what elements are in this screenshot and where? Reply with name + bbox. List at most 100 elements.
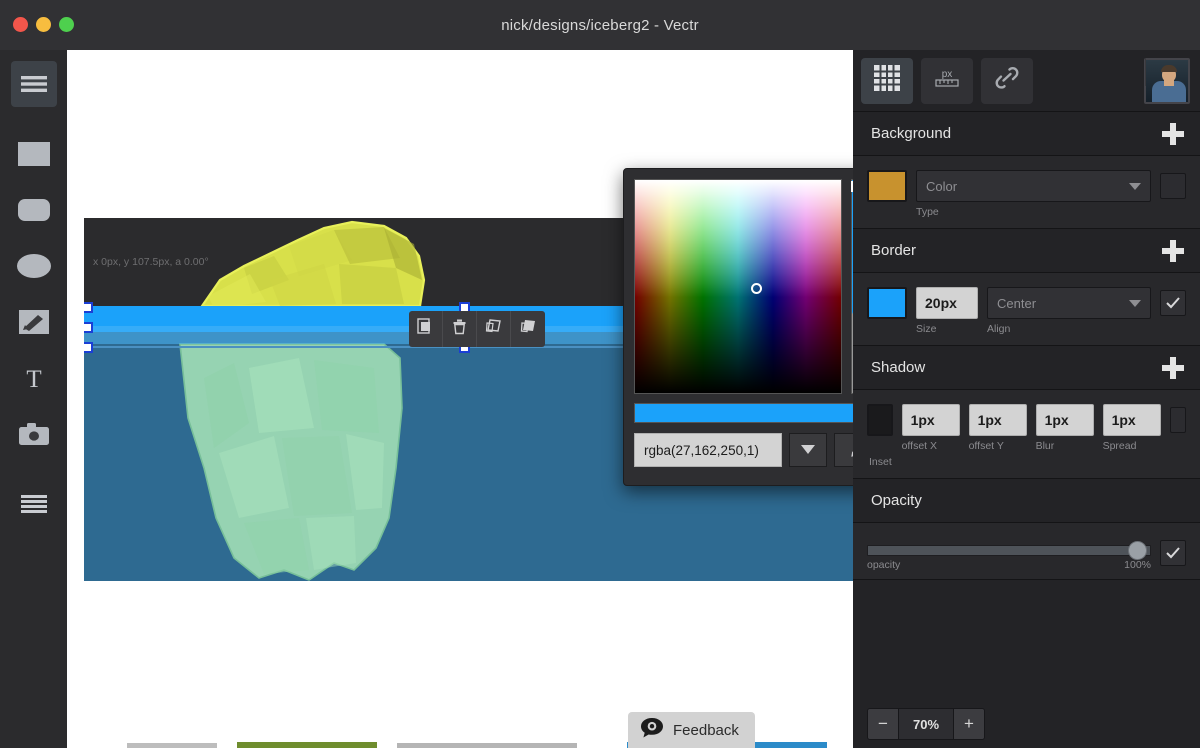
link-icon — [993, 65, 1021, 96]
hamburger-icon — [20, 75, 47, 93]
title-bar: nick/designs/iceberg2 - Vectr — [0, 0, 1200, 50]
sv-cursor[interactable] — [751, 283, 762, 294]
border-align-label: Align — [987, 323, 1011, 335]
shadow-spread-label: Spread — [1102, 440, 1137, 452]
border-align-select[interactable]: Center — [987, 287, 1151, 319]
tool-text[interactable]: T — [11, 355, 57, 401]
svg-text:px: px — [942, 69, 953, 80]
section-header-background: Background — [853, 58, 1200, 156]
tool-image[interactable] — [11, 411, 57, 457]
link-button[interactable] — [981, 57, 1033, 104]
duplicate-button[interactable] — [409, 311, 443, 347]
svg-text:T: T — [26, 366, 41, 391]
check-icon — [1166, 297, 1180, 309]
ruler-icon: px — [932, 65, 962, 96]
chevron-down-icon — [1129, 182, 1141, 190]
shadow-offset-y-input[interactable]: 1px — [968, 404, 1027, 436]
opacity-enabled-checkbox[interactable] — [1160, 540, 1186, 566]
units-button[interactable]: px — [921, 57, 973, 104]
feedback-bubble-icon — [640, 717, 664, 743]
tool-menu[interactable] — [10, 61, 57, 107]
rectangle-icon — [17, 142, 50, 166]
bring-forward-icon — [485, 318, 502, 340]
feedback-button[interactable]: Feedback — [628, 712, 755, 748]
background-type-label: Type — [916, 206, 939, 218]
panel-toolbar: px — [853, 50, 1200, 112]
shadow-spread-input[interactable]: 1px — [1102, 404, 1161, 436]
border-size-input[interactable]: 20px — [916, 287, 978, 319]
close-button[interactable] — [13, 17, 28, 32]
section-header-shadow: Shadow — [853, 58, 1200, 390]
section-header-opacity: Opacity — [853, 479, 1200, 523]
tool-rectangle[interactable] — [11, 131, 57, 177]
send-backward-button[interactable] — [511, 311, 545, 347]
grid-toggle-button[interactable] — [861, 57, 913, 104]
section-divider-shadow — [1145, 58, 1146, 86]
section-title-shadow: Shadow — [871, 359, 926, 376]
shadow-offset-y-label: offset Y — [968, 440, 1004, 452]
selection-handle-bottom-left[interactable] — [84, 342, 93, 353]
shadow-blur-label: Blur — [1035, 440, 1055, 452]
alpha-slider[interactable] — [634, 403, 885, 423]
shadow-blur-input[interactable]: 1px — [1035, 404, 1094, 436]
opacity-slider-thumb[interactable] — [1128, 541, 1147, 560]
layers-icon — [20, 495, 47, 513]
section-body-shadow: 1px offset X 1px offset Y 1px Blur 1px S… — [853, 390, 1200, 479]
color-value-input[interactable]: rgba(27,162,250,1) — [634, 433, 782, 467]
feedback-label: Feedback — [673, 721, 739, 739]
object-toolbar — [409, 311, 545, 347]
tool-ellipse[interactable] — [11, 243, 57, 289]
border-color-swatch[interactable] — [867, 287, 907, 319]
color-format-dropdown[interactable] — [789, 433, 827, 467]
shadow-color-swatch[interactable] — [867, 404, 893, 436]
opacity-slider-track — [867, 545, 1151, 556]
window-controls[interactable] — [13, 17, 74, 32]
add-border-button[interactable] — [1162, 239, 1184, 262]
bring-forward-button[interactable] — [477, 311, 511, 347]
shadow-offset-x-input[interactable]: 1px — [901, 404, 960, 436]
tool-layers[interactable] — [11, 481, 57, 527]
properties-panel: px Background Color Type Border 20px Siz… — [853, 50, 1200, 748]
check-icon — [1166, 547, 1180, 559]
chevron-down-icon — [1129, 299, 1141, 307]
left-toolbar: T — [0, 50, 67, 748]
section-body-background: Color Type — [853, 156, 1200, 229]
peek-segment-c — [397, 743, 577, 748]
zoom-level-value[interactable]: 70% — [898, 709, 954, 739]
add-background-button[interactable] — [1162, 122, 1184, 145]
camera-icon — [18, 423, 49, 445]
section-header-border: Border — [853, 58, 1200, 273]
peek-segment-b — [237, 742, 377, 748]
coordinate-readout: x 0px, y 107.5px, a 0.00° — [93, 256, 209, 268]
background-type-select[interactable]: Color — [916, 170, 1151, 202]
vectr-app-window: nick/designs/iceberg2 - Vectr T x 0px, y… — [0, 0, 1200, 748]
zoom-in-button[interactable]: + — [954, 709, 984, 739]
border-enabled-checkbox[interactable] — [1160, 290, 1186, 316]
section-body-opacity: opacity 100% — [853, 523, 1200, 580]
opacity-slider[interactable]: opacity 100% — [867, 537, 1151, 571]
opacity-slider-value: 100% — [1124, 559, 1151, 571]
section-title-border: Border — [871, 242, 917, 259]
shadow-offset-x-label: offset X — [901, 440, 938, 452]
saturation-value-area[interactable] — [634, 179, 842, 394]
minimize-button[interactable] — [36, 17, 51, 32]
window-title: nick/designs/iceberg2 - Vectr — [501, 16, 699, 34]
background-enabled-checkbox[interactable] — [1160, 173, 1186, 199]
tool-pen[interactable] — [11, 299, 57, 345]
tool-rounded-rectangle[interactable] — [11, 187, 57, 233]
shadow-enabled-checkbox[interactable] — [1169, 407, 1186, 433]
border-size-label: Size — [916, 323, 937, 335]
pen-icon — [18, 310, 49, 334]
zoom-out-button[interactable]: − — [868, 709, 898, 739]
delete-button[interactable] — [443, 311, 477, 347]
maximize-button[interactable] — [59, 17, 74, 32]
user-avatar[interactable] — [1144, 58, 1190, 104]
selection-handle-top-left[interactable] — [84, 302, 93, 313]
selection-handle-mid-left[interactable] — [84, 322, 93, 333]
rounded-rectangle-icon — [17, 199, 50, 221]
section-title-background: Background — [871, 125, 952, 142]
send-backward-icon — [520, 318, 537, 340]
background-color-swatch[interactable] — [867, 170, 907, 202]
add-shadow-button[interactable] — [1162, 356, 1184, 379]
avatar-hair — [1161, 65, 1177, 72]
